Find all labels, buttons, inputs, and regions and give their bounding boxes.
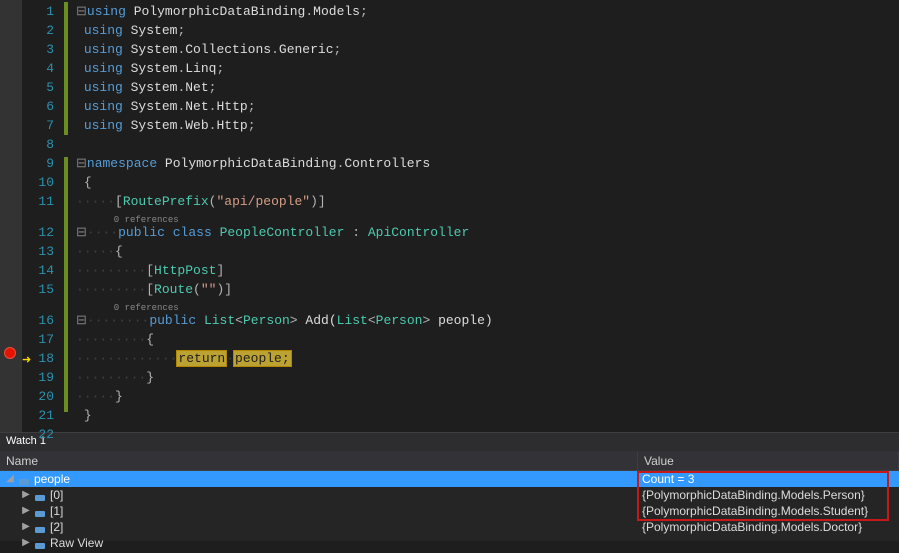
watch-row[interactable]: ▶ [0] {PolymorphicDataBinding.Models.Perso… bbox=[0, 487, 899, 503]
code-editor[interactable]: 12345678910111213141516171819202122 ⊟usi… bbox=[0, 0, 899, 432]
code-line[interactable]: using System.Collections.Generic; bbox=[76, 40, 899, 59]
line-number: 13 bbox=[22, 242, 54, 261]
expander-icon[interactable]: ▶ bbox=[20, 487, 32, 503]
line-number: 12 bbox=[22, 223, 54, 242]
watch-variable-value: {PolymorphicDataBinding.Models.Student} bbox=[638, 503, 899, 519]
code-line[interactable]: ·····{ bbox=[76, 242, 899, 261]
line-number: 20 bbox=[22, 387, 54, 406]
variable-icon bbox=[18, 473, 32, 485]
variable-icon bbox=[34, 489, 48, 501]
line-number: 8 bbox=[22, 135, 54, 154]
line-number: 7 bbox=[22, 116, 54, 135]
execution-pointer-icon: ➜ bbox=[22, 352, 31, 371]
watch-panel: Watch 1 Name Value ◢peopleCount = 3▶[0]{… bbox=[0, 432, 899, 541]
expander-icon[interactable]: ◢ bbox=[4, 471, 16, 487]
code-line[interactable]: ·········} bbox=[76, 368, 899, 387]
code-line[interactable]: ·········{ bbox=[76, 330, 899, 349]
line-number: 2 bbox=[22, 21, 54, 40]
code-line[interactable]: ⊟namespace PolymorphicDataBinding.Contro… bbox=[76, 154, 899, 173]
variable-icon bbox=[34, 505, 48, 517]
watch-row[interactable]: ◢ people Count = 3 bbox=[0, 471, 899, 487]
line-number: 10 bbox=[22, 173, 54, 192]
code-line[interactable]: { bbox=[76, 173, 899, 192]
code-line[interactable]: ⊟········public List<Person> Add(List<Pe… bbox=[76, 311, 899, 330]
expander-icon[interactable]: ▶ bbox=[20, 503, 32, 519]
watch-row[interactable]: ▶ [2] {PolymorphicDataBinding.Models.Docto… bbox=[0, 519, 899, 535]
watch-variable-value: {PolymorphicDataBinding.Models.Doctor} bbox=[638, 519, 899, 535]
watch-header-value[interactable]: Value bbox=[638, 451, 899, 470]
codelens-reference-count[interactable]: 0 references bbox=[76, 211, 899, 223]
watch-variable-name: [1] bbox=[50, 503, 63, 519]
watch-row[interactable]: ▶ Raw View bbox=[0, 535, 899, 551]
breakpoint-icon[interactable] bbox=[4, 347, 16, 359]
code-line[interactable]: ⊟····public class PeopleController : Api… bbox=[76, 223, 899, 242]
line-number: 14 bbox=[22, 261, 54, 280]
change-marker-bar bbox=[62, 0, 72, 432]
breakpoint-gutter[interactable] bbox=[0, 0, 22, 432]
variable-icon bbox=[34, 521, 48, 533]
line-number: 17 bbox=[22, 330, 54, 349]
line-number: 1 bbox=[22, 2, 54, 21]
expander-icon[interactable]: ▶ bbox=[20, 519, 32, 535]
line-number: 6 bbox=[22, 97, 54, 116]
watch-grid: Name Value ◢ people Count = 3 ▶ [0] {Polymorp… bbox=[0, 451, 899, 551]
code-line[interactable]: } bbox=[76, 406, 899, 425]
watch-variable-name: [2] bbox=[50, 519, 63, 535]
code-content[interactable]: ⊟using PolymorphicDataBinding.Models; us… bbox=[72, 0, 899, 432]
watch-variable-value: Count = 3 bbox=[638, 471, 899, 487]
watch-variable-name: Raw View bbox=[50, 535, 103, 551]
line-number: 15 bbox=[22, 280, 54, 299]
line-number: 11 bbox=[22, 192, 54, 211]
code-line[interactable]: using System.Net; bbox=[76, 78, 899, 97]
code-line[interactable]: ➜·············return·people; bbox=[76, 349, 899, 368]
line-number: 22 bbox=[22, 425, 54, 444]
code-line[interactable]: ·····} bbox=[76, 387, 899, 406]
watch-variable-value bbox=[638, 535, 899, 551]
code-line[interactable] bbox=[76, 135, 899, 154]
code-line[interactable]: using System.Linq; bbox=[76, 59, 899, 78]
watch-variable-name: [0] bbox=[50, 487, 63, 503]
code-line[interactable]: ·········[Route("")] bbox=[76, 280, 899, 299]
watch-header-name[interactable]: Name bbox=[0, 451, 638, 470]
line-number: 16 bbox=[22, 311, 54, 330]
code-line[interactable]: ·····[RoutePrefix("api/people")] bbox=[76, 192, 899, 211]
expander-icon[interactable]: ▶ bbox=[20, 535, 32, 551]
code-line[interactable] bbox=[76, 425, 899, 444]
line-number: 9 bbox=[22, 154, 54, 173]
watch-variable-name: people bbox=[34, 471, 70, 487]
code-line[interactable]: using System.Net.Http; bbox=[76, 97, 899, 116]
code-line[interactable]: using System; bbox=[76, 21, 899, 40]
watch-row[interactable]: ▶ [1] {PolymorphicDataBinding.Models.Stude… bbox=[0, 503, 899, 519]
line-number: 5 bbox=[22, 78, 54, 97]
code-line[interactable]: using System.Web.Http; bbox=[76, 116, 899, 135]
line-number: 21 bbox=[22, 406, 54, 425]
watch-header: Name Value bbox=[0, 451, 899, 471]
line-number: 4 bbox=[22, 59, 54, 78]
codelens-reference-count[interactable]: 0 references bbox=[76, 299, 899, 311]
raw-view-icon bbox=[34, 537, 48, 549]
code-line[interactable]: ·········[HttpPost] bbox=[76, 261, 899, 280]
watch-rows: ◢ people Count = 3 ▶ [0] {PolymorphicDataBind… bbox=[0, 471, 899, 551]
code-line[interactable]: ⊟using PolymorphicDataBinding.Models; bbox=[76, 2, 899, 21]
line-number: 3 bbox=[22, 40, 54, 59]
watch-variable-value: {PolymorphicDataBinding.Models.Person} bbox=[638, 487, 899, 503]
